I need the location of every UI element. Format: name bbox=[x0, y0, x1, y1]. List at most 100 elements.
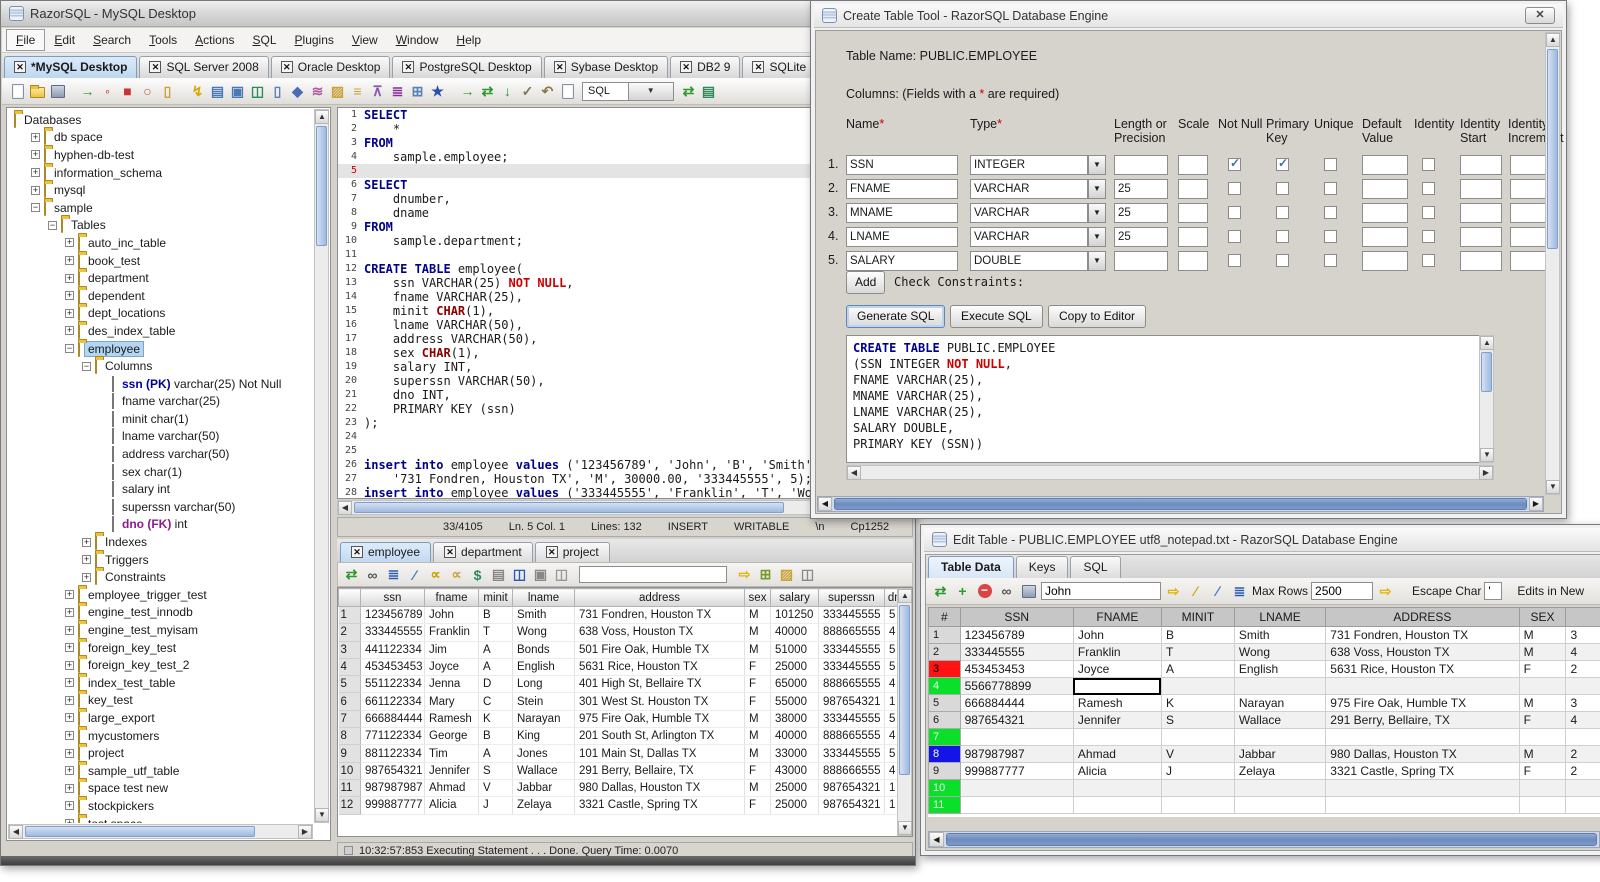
row-number[interactable]: 9 bbox=[928, 762, 961, 780]
row-number[interactable]: 6 bbox=[928, 711, 961, 729]
cell[interactable]: 999887777 bbox=[959, 762, 1074, 780]
tree-item-salary-int[interactable]: salary int bbox=[8, 480, 313, 498]
find-in-files-icon[interactable]: ▣ bbox=[228, 82, 247, 100]
cell[interactable]: Alicia bbox=[1072, 762, 1162, 780]
scroll-right-icon[interactable]: ▶ bbox=[1529, 497, 1543, 511]
result-table[interactable]: ssn fname minit lname address sex salary supers… bbox=[338, 588, 911, 815]
row-number[interactable]: 9 bbox=[338, 744, 361, 763]
cell[interactable]: F bbox=[744, 675, 771, 694]
tree-item-foreign_key_test_2[interactable]: + foreign_key_test_2 bbox=[8, 656, 313, 674]
table-row[interactable]: 3 453453453 Joyce A English 5631 Rice, Housto… bbox=[928, 660, 1600, 678]
menu-sql[interactable]: SQL bbox=[244, 30, 286, 50]
scroll-up-icon[interactable]: ▲ bbox=[1546, 33, 1560, 47]
row-number[interactable]: 11 bbox=[928, 796, 961, 814]
length-field[interactable] bbox=[1114, 155, 1168, 175]
cell[interactable] bbox=[1518, 796, 1567, 814]
column-name-field[interactable]: LNAME bbox=[846, 227, 958, 247]
cell[interactable]: K bbox=[478, 710, 513, 729]
unique-checkbox[interactable] bbox=[1324, 206, 1337, 219]
edit-tab-sql[interactable]: SQL bbox=[1070, 556, 1121, 578]
cell[interactable]: 771122334 bbox=[360, 727, 425, 746]
cell[interactable] bbox=[1325, 677, 1520, 695]
tree-horizontal-scrollbar[interactable]: ◀ ▶ bbox=[8, 824, 313, 839]
sql-horizontal-scrollbar[interactable]: ◀ ▶ bbox=[846, 465, 1494, 480]
cell[interactable]: 333445555 bbox=[959, 643, 1074, 661]
cell[interactable]: John bbox=[424, 606, 479, 625]
cell[interactable] bbox=[1325, 728, 1520, 746]
chevron-down-icon[interactable]: ▼ bbox=[1088, 203, 1106, 223]
column-header-ADDRESS[interactable]: ADDRESS bbox=[1325, 607, 1520, 627]
cell[interactable]: 201 South St, Arlington TX bbox=[574, 727, 745, 746]
cell[interactable]: Narayan bbox=[1233, 694, 1327, 712]
cell[interactable]: A bbox=[478, 744, 513, 763]
scale-field[interactable] bbox=[1178, 179, 1208, 199]
cell[interactable]: 333445555 bbox=[818, 710, 885, 729]
cell[interactable]: M bbox=[1518, 626, 1567, 644]
cell[interactable]: 980 Dallas, Houston TX bbox=[1325, 745, 1520, 763]
cell[interactable]: B bbox=[478, 727, 513, 746]
tree-item-dependent[interactable]: + dependent bbox=[8, 287, 313, 305]
row-number[interactable]: 11 bbox=[338, 779, 361, 798]
compare-tool-icon[interactable]: ◆ bbox=[288, 82, 307, 100]
tree-item-tables[interactable]: − Tables bbox=[8, 217, 313, 235]
unique-checkbox[interactable] bbox=[1324, 254, 1337, 267]
cell[interactable]: 25000 bbox=[770, 796, 819, 815]
tree-item-employee_trigger_test[interactable]: + employee_trigger_test bbox=[8, 586, 313, 604]
edit-horizontal-scrollbar[interactable]: ◀ bbox=[928, 831, 1600, 848]
expand-icon[interactable]: + bbox=[31, 168, 40, 178]
length-field[interactable]: 25 bbox=[1114, 227, 1168, 247]
expand-icon[interactable]: + bbox=[65, 326, 74, 336]
cell[interactable]: Bonds bbox=[512, 641, 575, 659]
cell[interactable] bbox=[1565, 779, 1600, 797]
primary-key-icon[interactable]: ∝ bbox=[426, 566, 445, 584]
cell[interactable]: 51000 bbox=[770, 641, 819, 659]
cell[interactable]: 25000 bbox=[770, 658, 819, 677]
table-row[interactable]: 10 987654321 Jennifer S Wallace 291 Berry, Be… bbox=[338, 762, 911, 780]
foreign-keys-icon[interactable]: ∝ bbox=[447, 566, 466, 584]
close-tab-icon[interactable]: ✕ bbox=[14, 61, 26, 73]
tree-item[interactable]: dno (FK) int bbox=[8, 516, 313, 534]
tree-item-databases[interactable]: Databases bbox=[8, 111, 313, 129]
cell[interactable]: C bbox=[478, 692, 513, 711]
menu-actions[interactable]: Actions bbox=[186, 30, 243, 50]
result-tab-project[interactable]: ✕ project bbox=[534, 542, 610, 562]
cell[interactable]: Mary bbox=[424, 692, 479, 711]
expand-icon[interactable]: + bbox=[65, 678, 74, 688]
scroll-down-icon[interactable]: ▼ bbox=[1480, 448, 1494, 462]
tree-item-fname-varchar-25-[interactable]: fname varchar(25) bbox=[8, 393, 313, 411]
cell[interactable]: King bbox=[512, 727, 575, 746]
close-tab-icon[interactable]: ✕ bbox=[553, 61, 566, 73]
identity-start-field[interactable] bbox=[1460, 203, 1502, 223]
new-file-icon[interactable] bbox=[8, 82, 27, 100]
close-tab-icon[interactable]: ✕ bbox=[280, 61, 293, 73]
menu-file[interactable]: File bbox=[6, 29, 46, 51]
cell[interactable]: 3321 Castle, Spring TX bbox=[574, 796, 745, 815]
tree-item-des_index_table[interactable]: + des_index_table bbox=[8, 322, 313, 340]
cell[interactable]: B bbox=[478, 606, 513, 625]
table-row[interactable]: 11 bbox=[928, 796, 1600, 814]
collapse-icon[interactable]: − bbox=[48, 220, 57, 230]
cell[interactable]: 666884444 bbox=[360, 710, 425, 729]
tree-item-project[interactable]: + project bbox=[8, 744, 313, 762]
cell[interactable]: 975 Fire Oak, Humble TX bbox=[574, 710, 745, 729]
cell[interactable] bbox=[959, 728, 1074, 746]
cell[interactable]: F bbox=[1518, 762, 1567, 780]
save-file-icon[interactable] bbox=[48, 82, 67, 100]
tree-item-foreign_key_test[interactable]: + foreign_key_test bbox=[8, 639, 313, 657]
cell[interactable]: Joyce bbox=[1072, 660, 1162, 678]
connection-tab-postgresql-desktop[interactable]: ✕ PostgreSQL Desktop bbox=[392, 56, 542, 78]
cell[interactable]: 987654321 bbox=[360, 762, 425, 780]
cell[interactable]: 2 bbox=[1565, 762, 1600, 780]
row-number[interactable]: 2 bbox=[928, 643, 961, 661]
apply-max-rows-icon[interactable]: ⇨ bbox=[1376, 582, 1395, 600]
connect-icon[interactable]: → bbox=[78, 82, 97, 100]
primary-key-checkbox[interactable] bbox=[1276, 206, 1289, 219]
menu-view[interactable]: View bbox=[343, 30, 387, 50]
expand-icon[interactable]: + bbox=[31, 150, 40, 160]
result-tab-department[interactable]: ✕ department bbox=[433, 542, 533, 562]
cell[interactable]: S bbox=[1160, 711, 1235, 729]
row-number[interactable]: 5 bbox=[338, 675, 361, 694]
expand-icon[interactable]: + bbox=[65, 695, 74, 705]
table-row[interactable]: 10 bbox=[928, 779, 1600, 797]
cell[interactable]: English bbox=[512, 658, 575, 677]
